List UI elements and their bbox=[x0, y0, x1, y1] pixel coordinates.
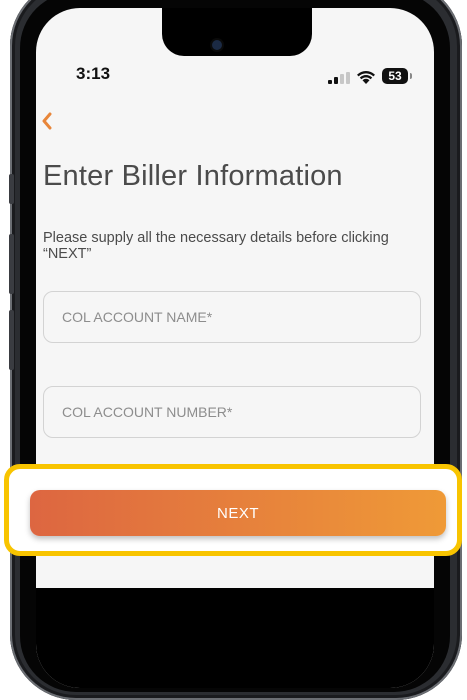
battery-icon: 53 bbox=[382, 68, 412, 84]
wifi-icon bbox=[357, 71, 375, 84]
signal-icon bbox=[328, 72, 350, 84]
status-time: 3:13 bbox=[76, 64, 111, 83]
account-name-input[interactable] bbox=[44, 292, 420, 342]
back-button[interactable] bbox=[40, 110, 60, 134]
phone-screen: 3:13 53 Enter Biller Information Please … bbox=[36, 8, 434, 688]
notch bbox=[162, 8, 312, 56]
volume-down-button bbox=[9, 310, 14, 370]
instructions-text: Please supply all the necessary details … bbox=[43, 230, 389, 262]
camera-icon bbox=[212, 40, 222, 50]
account-number-input[interactable] bbox=[44, 387, 420, 437]
chevron-left-icon bbox=[42, 112, 52, 130]
page-title: Enter Biller Information bbox=[43, 160, 343, 192]
account-number-field-wrapper bbox=[43, 386, 421, 438]
mute-switch bbox=[9, 174, 14, 204]
screen-bottom-area bbox=[36, 588, 434, 688]
volume-up-button bbox=[9, 234, 14, 294]
account-name-field-wrapper bbox=[43, 291, 421, 343]
next-button[interactable]: NEXT bbox=[30, 490, 446, 536]
